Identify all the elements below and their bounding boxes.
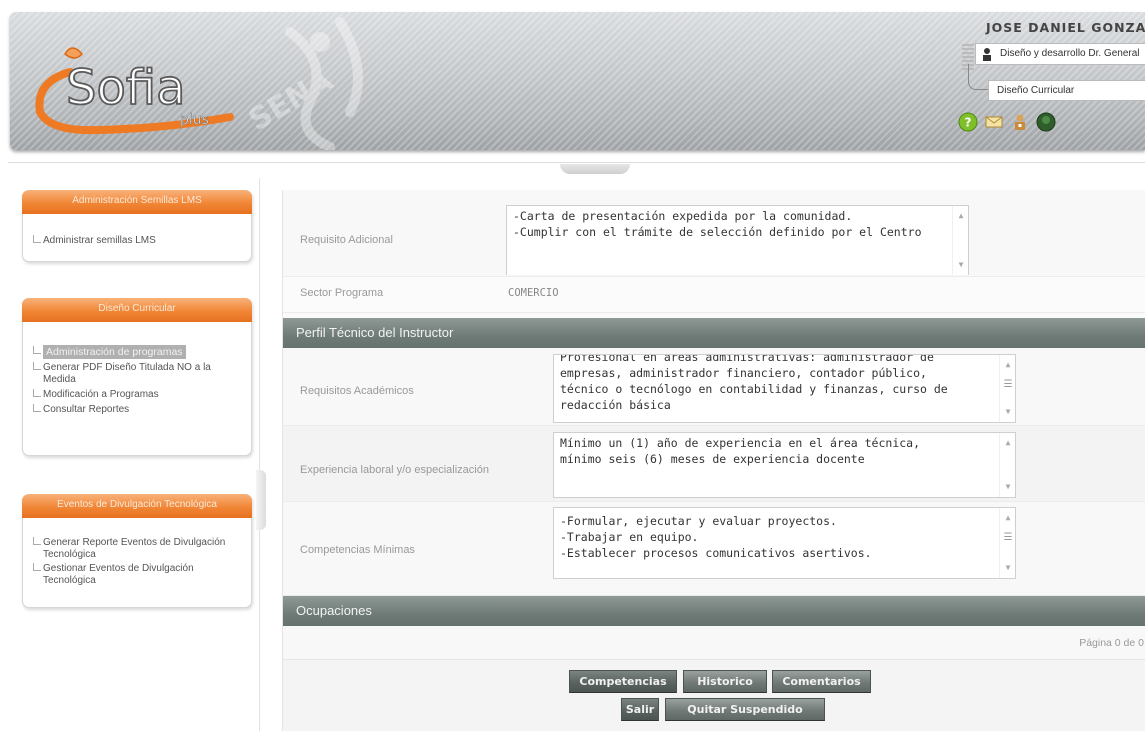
requisitos-academicos-label: Requisitos Académicos (300, 385, 414, 397)
sector-programa-value: COMERCIO (508, 287, 559, 299)
requisitos-academicos-line: Profesional en áreas administrativas: ad… (560, 354, 934, 364)
menu-item-generar-reporte-eventos[interactable]: Generar Reporte Eventos de Divulgación T… (23, 537, 233, 561)
module-select[interactable]: Diseño Curricular (988, 80, 1145, 101)
sector-programa-label: Sector Programa (300, 287, 384, 299)
menu-header: Eventos de Divulgación Tecnológica (22, 494, 252, 518)
menu-item-label: Administración de programas (43, 345, 186, 359)
action-buttons: Competencias Historico Comentarios Salir… (283, 660, 1145, 731)
row-experiencia: Experiencia laboral y/o especialización … (283, 426, 1145, 502)
user-lock-icon[interactable] (1010, 112, 1030, 132)
menu-item-consultar-reportes[interactable]: Consultar Reportes (23, 404, 251, 416)
sofia-plus-logo: Sofia plus (35, 47, 234, 135)
menu-box-eventos: Eventos de Divulgación Tecnológica Gener… (22, 494, 252, 608)
sidebar-collapse-tab[interactable] (256, 470, 266, 530)
comentarios-button[interactable]: Comentarios (772, 670, 871, 693)
pagination-row: Página 0 de 0 (283, 626, 1145, 660)
menu-item-label: Consultar Reportes (43, 404, 130, 415)
menu-header: Diseño Curricular (22, 298, 252, 322)
requisitos-academicos-line: técnico o tecnólogo en contabilidad y fi… (560, 382, 948, 396)
module-select-value: Diseño Curricular (997, 85, 1075, 96)
menu-item-label: Modificación a Programas (43, 389, 159, 400)
menu-item-administrar-semillas[interactable]: Administrar semillas LMS (23, 235, 251, 247)
program-detail-form: Requisito Adicional -Carta de presentaci… (282, 190, 1145, 731)
competencias-minimas-line: -Trabajar en equipo. (560, 530, 699, 544)
menu-item-gestionar-eventos[interactable]: Gestionar Eventos de Divulgación Tecnoló… (23, 563, 213, 587)
menu-header: Administración Semillas LMS (22, 190, 252, 214)
experiencia-label: Experiencia laboral y/o especialización (300, 464, 489, 476)
header-divider (8, 162, 1145, 163)
mail-icon[interactable] (984, 112, 1004, 132)
power-icon[interactable] (1036, 112, 1056, 132)
requisito-adicional-line: -Carta de presentación expedida por la c… (513, 209, 853, 223)
logo-text: Sofia (66, 60, 185, 116)
quitar-suspendido-button[interactable]: Quitar Suspendido (665, 698, 825, 721)
role-select[interactable]: Diseño y desarrollo Dr. General (975, 43, 1145, 65)
app-header: SENA Sofia plus JOSE DANIEL GONZALEZ Dis… (0, 0, 1145, 160)
row-requisito-adicional: Requisito Adicional -Carta de presentaci… (283, 190, 1145, 277)
main-content: Requisito Adicional -Carta de presentaci… (270, 178, 1145, 731)
header-collapse-handle[interactable] (560, 164, 630, 174)
experiencia-textarea[interactable]: Mínimo un (1) año de experiencia en el á… (553, 432, 1016, 498)
requisitos-academicos-line: redacción básica (560, 398, 671, 412)
row-sector-programa: Sector Programa COMERCIO (283, 277, 1145, 313)
requisito-adicional-textarea[interactable]: -Carta de presentación expedida por la c… (506, 205, 969, 275)
menu-item-modificacion-programas[interactable]: Modificación a Programas (23, 389, 251, 401)
requisitos-academicos-line: empresas, administrador financiero, cont… (560, 366, 927, 380)
menu-item-label: Gestionar Eventos de Divulgación Tecnoló… (43, 563, 194, 586)
menu-box-semillas: Administración Semillas LMS Administrar … (22, 190, 252, 262)
header-toolbar: ? (958, 110, 1056, 134)
menu-item-label: Administrar semillas LMS (43, 235, 156, 246)
textarea-scrollbar[interactable]: ▲ ▼ (952, 206, 968, 275)
requisito-adicional-line: -Cumplir con el trámite de selección def… (513, 225, 922, 239)
textarea-scrollbar[interactable]: ▲ ▼ (999, 433, 1015, 497)
textarea-scrollbar[interactable]: ▲ ☰ ▼ (999, 508, 1015, 578)
help-icon[interactable]: ? (958, 112, 978, 132)
competencias-minimas-line: -Formular, ejecutar y evaluar proyectos. (560, 514, 837, 528)
menu-box-diseno-curricular: Diseño Curricular Administración de prog… (22, 298, 252, 456)
svg-text:?: ? (965, 116, 972, 130)
tree-line (968, 64, 988, 90)
menu-item-generar-pdf[interactable]: Generar PDF Diseño Titulada NO a la Medi… (23, 362, 223, 386)
requisito-adicional-label: Requisito Adicional (300, 234, 393, 246)
competencias-minimas-textarea[interactable]: -Formular, ejecutar y evaluar proyectos.… (553, 507, 1016, 579)
row-requisitos-academicos: Requisitos Académicos Profesional en áre… (283, 348, 1145, 426)
experiencia-line: Mínimo un (1) año de experiencia en el á… (560, 436, 921, 450)
historico-button[interactable]: Historico (683, 670, 767, 693)
competencias-minimas-line: -Establecer procesos comunicativos asert… (560, 546, 872, 560)
salir-button[interactable]: Salir (621, 698, 659, 721)
row-competencias-minimas: Competencias Mínimas -Formular, ejecutar… (283, 502, 1145, 596)
pagination-text: Página 0 de 0 (1079, 637, 1144, 649)
user-name: JOSE DANIEL GONZALEZ (986, 20, 1145, 35)
sidebar: Administración Semillas LMS Administrar … (8, 178, 260, 731)
experiencia-line: mínimo seis (6) meses de experiencia doc… (560, 452, 865, 466)
requisitos-academicos-textarea[interactable]: Profesional en áreas administrativas: ad… (553, 354, 1016, 423)
logo-subtext: plus (180, 112, 209, 128)
textarea-scrollbar[interactable]: ▲ ☰ ▼ (999, 355, 1015, 422)
menu-item-label: Generar PDF Diseño Titulada NO a la Medi… (43, 362, 211, 385)
competencias-minimas-label: Competencias Mínimas (300, 544, 415, 556)
section-ocupaciones: Ocupaciones (283, 596, 1145, 626)
menu-item-administracion-programas[interactable]: Administración de programas (23, 345, 251, 359)
user-icon (983, 48, 991, 61)
competencias-button[interactable]: Competencias (569, 670, 677, 693)
menu-item-label: Generar Reporte Eventos de Divulgación T… (43, 537, 226, 560)
section-perfil-tecnico: Perfil Técnico del Instructor (283, 318, 1145, 348)
role-select-value: Diseño y desarrollo Dr. General (1000, 48, 1140, 59)
